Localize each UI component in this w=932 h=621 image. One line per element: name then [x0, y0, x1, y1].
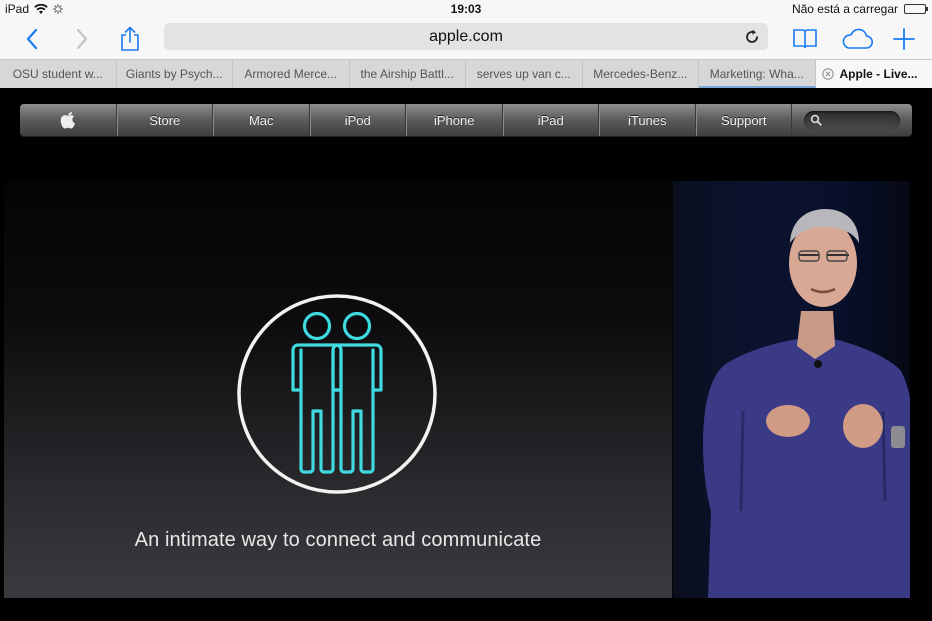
- tab-serves-up-van[interactable]: serves up van c...: [466, 60, 583, 88]
- chevron-right-icon: [76, 28, 88, 50]
- status-right: Não está a carregar: [791, 2, 928, 16]
- tab-label: Marketing: Wha...: [709, 67, 804, 81]
- plus-icon: [893, 28, 915, 50]
- reload-button[interactable]: [742, 27, 762, 47]
- tab-label: Armored Merce...: [244, 67, 338, 81]
- back-button[interactable]: [16, 23, 48, 55]
- tab-armored-merce[interactable]: Armored Merce...: [233, 60, 350, 88]
- browser-toolbar: apple.com: [0, 19, 932, 59]
- share-icon: [121, 26, 139, 51]
- tab-label: Giants by Psych...: [125, 67, 223, 81]
- chevron-left-icon: [26, 28, 38, 50]
- keynote-slide: An intimate way to connect and communica…: [4, 181, 672, 598]
- apple-logo-icon: [60, 112, 75, 129]
- nav-iphone[interactable]: iPhone: [406, 104, 503, 136]
- status-bar: iPad 19:03 Não está a carregar: [0, 0, 932, 19]
- tab-mercedes-benz[interactable]: Mercedes-Benz...: [583, 60, 699, 88]
- search-icon: [810, 114, 822, 126]
- speaker-video-panel: [673, 181, 910, 598]
- nav-itunes[interactable]: iTunes: [599, 104, 696, 136]
- tab-apple-live[interactable]: Apple - Live...: [815, 60, 932, 88]
- tab-airship-battle[interactable]: the Airship Battl...: [350, 60, 466, 88]
- nav-ipod[interactable]: iPod: [309, 104, 406, 136]
- keynote-video[interactable]: An intimate way to connect and communica…: [4, 181, 910, 598]
- new-tab-button[interactable]: [888, 23, 920, 55]
- tab-label: serves up van c...: [476, 67, 571, 81]
- charging-status: Não está a carregar: [791, 2, 898, 16]
- nav-apple-logo[interactable]: [20, 104, 117, 136]
- nav-mac[interactable]: Mac: [213, 104, 310, 136]
- apple-global-nav: Store Mac iPod iPhone iPad iTunes Suppor…: [20, 104, 912, 136]
- forward-button[interactable]: [66, 23, 98, 55]
- bookmarks-button[interactable]: [789, 23, 821, 55]
- reload-icon: [746, 29, 758, 43]
- battery-icon: [904, 4, 928, 14]
- web-page: Store Mac iPod iPhone iPad iTunes Suppor…: [0, 88, 932, 621]
- cloud-icon: [842, 28, 873, 49]
- nav-search: [792, 104, 912, 136]
- tab-marketing[interactable]: Marketing: Wha...: [699, 60, 816, 88]
- tab-giants[interactable]: Giants by Psych...: [117, 60, 233, 88]
- nav-support[interactable]: Support: [695, 104, 792, 136]
- tab-osu-student[interactable]: OSU student w...: [0, 60, 117, 88]
- tab-label: Apple - Live...: [839, 67, 918, 81]
- address-text: apple.com: [429, 27, 503, 45]
- presenter-figure: [703, 209, 910, 598]
- search-input[interactable]: [804, 110, 900, 130]
- nav-store[interactable]: Store: [116, 104, 213, 136]
- book-icon: [793, 29, 817, 49]
- nav-ipad[interactable]: iPad: [502, 104, 599, 136]
- address-bar[interactable]: apple.com: [164, 23, 768, 50]
- tab-label: OSU student w...: [12, 67, 103, 81]
- tab-bar: OSU student w... Giants by Psych... Armo…: [0, 59, 932, 88]
- icloud-tabs-button[interactable]: [839, 23, 875, 55]
- share-button[interactable]: [114, 23, 146, 55]
- slide-caption: An intimate way to connect and communica…: [134, 529, 542, 551]
- tab-label: the Airship Battl...: [360, 67, 454, 81]
- tab-label: Mercedes-Benz...: [593, 67, 688, 81]
- two-people-icon: [237, 294, 437, 494]
- close-icon[interactable]: [821, 68, 834, 80]
